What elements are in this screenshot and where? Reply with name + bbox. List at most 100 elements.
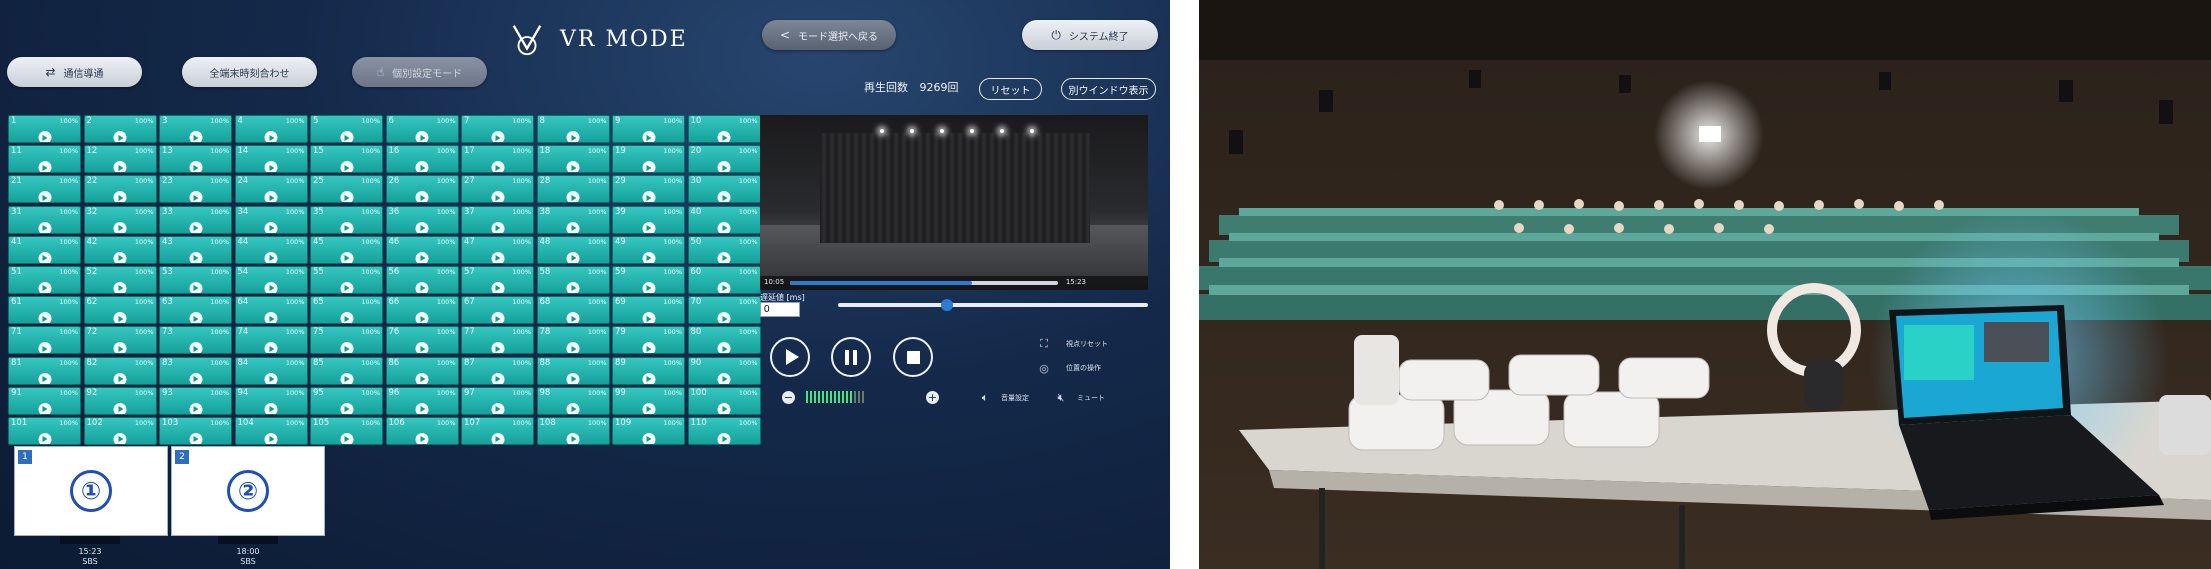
content-slot-2[interactable]: 2 ② [171,446,325,536]
device-tile[interactable]: 109 100% [612,416,685,445]
device-tile[interactable]: 53 100% [159,265,232,294]
device-tile[interactable]: 88 100% [536,356,610,385]
play-icon[interactable] [113,432,127,444]
play-icon[interactable] [642,251,655,263]
play-icon[interactable] [38,402,51,414]
device-tile[interactable]: 91 100% [8,386,81,415]
device-tile[interactable]: 49 100% [612,235,685,264]
play-icon[interactable] [566,372,580,384]
device-tile[interactable]: 70 100% [687,296,761,325]
device-tile[interactable]: 9 100% [612,115,685,143]
mute-control[interactable]: 🔇︎ ミュート [1053,391,1105,404]
device-tile[interactable]: 24 100% [234,175,308,204]
play-icon[interactable] [415,281,429,293]
play-icon[interactable] [38,432,51,444]
device-tile[interactable]: 46 100% [385,235,459,264]
play-icon[interactable] [642,221,655,233]
device-tile[interactable]: 104 100% [234,416,308,445]
play-icon[interactable] [717,161,731,173]
play-icon[interactable] [340,191,353,203]
play-icon[interactable] [113,161,127,173]
play-icon[interactable] [415,251,429,263]
device-tile[interactable]: 90 100% [687,356,761,385]
play-icon[interactable] [340,131,353,142]
play-icon[interactable] [38,161,51,173]
play-icon[interactable] [491,221,504,233]
play-icon[interactable] [491,161,504,173]
play-icon[interactable] [189,432,202,444]
device-tile[interactable]: 27 100% [461,175,534,204]
device-tile[interactable]: 32 100% [83,205,157,234]
device-tile[interactable]: 1 100% [8,115,81,143]
device-tile[interactable]: 10 100% [687,115,761,143]
play-icon[interactable] [566,342,580,354]
device-tile[interactable]: 86 100% [385,356,459,385]
play-icon[interactable] [264,131,278,142]
seek-bar[interactable] [790,281,1058,285]
play-icon[interactable] [113,372,127,384]
play-icon[interactable] [717,312,731,324]
device-tile[interactable]: 103 100% [159,416,232,445]
device-tile[interactable]: 5 100% [310,115,383,143]
device-tile[interactable]: 58 100% [536,265,610,294]
video-preview[interactable]: 10:05 15:23 [760,115,1148,290]
delay-slider[interactable] [838,299,1148,311]
device-tile[interactable]: 59 100% [612,265,685,294]
play-icon[interactable] [642,191,655,203]
device-tile[interactable]: 56 100% [385,265,459,294]
play-icon[interactable] [717,251,731,263]
device-tile[interactable]: 31 100% [8,205,81,234]
delay-slider-knob[interactable] [940,299,953,311]
play-icon[interactable] [264,161,278,173]
device-tile[interactable]: 37 100% [461,205,534,234]
device-tile[interactable]: 96 100% [385,386,459,415]
play-icon[interactable] [38,251,51,263]
play-icon[interactable] [642,372,655,384]
play-icon[interactable] [642,402,655,414]
device-tile[interactable]: 40 100% [687,205,761,234]
play-icon[interactable] [566,131,580,142]
device-tile[interactable]: 64 100% [234,296,308,325]
play-icon[interactable] [38,191,51,203]
device-tile[interactable]: 66 100% [385,296,459,325]
play-icon[interactable] [717,281,731,293]
device-tile[interactable]: 8 100% [536,115,610,143]
time-sync-button[interactable]: 全端末時刻合わせ [182,57,317,87]
device-tile[interactable]: 106 100% [385,416,459,445]
device-tile[interactable]: 61 100% [8,296,81,325]
play-icon[interactable] [38,372,51,384]
device-tile[interactable]: 75 100% [310,326,383,355]
volume-setting-control[interactable]: 🔈︎ 音量設定 [977,391,1029,404]
device-tile[interactable]: 23 100% [159,175,232,204]
play-icon[interactable] [264,221,278,233]
reset-button[interactable]: リセット [979,78,1042,100]
play-icon[interactable] [189,191,202,203]
content-slot-1[interactable]: 1 ① [14,446,168,536]
play-icon[interactable] [264,342,278,354]
device-tile[interactable]: 89 100% [612,356,685,385]
system-exit-button[interactable]: ⏻ システム終了 [1022,20,1158,50]
device-tile[interactable]: 110 100% [687,416,761,445]
device-tile[interactable]: 100 100% [687,386,761,415]
device-tile[interactable]: 44 100% [234,235,308,264]
play-icon[interactable] [340,251,353,263]
device-tile[interactable]: 48 100% [536,235,610,264]
device-tile[interactable]: 43 100% [159,235,232,264]
device-tile[interactable]: 76 100% [385,326,459,355]
play-icon[interactable] [566,221,580,233]
device-tile[interactable]: 4 100% [234,115,308,143]
play-icon[interactable] [566,402,580,414]
play-icon[interactable] [113,131,127,142]
device-tile[interactable]: 55 100% [310,265,383,294]
play-icon[interactable] [189,281,202,293]
device-tile[interactable]: 92 100% [83,386,157,415]
volume-down-button[interactable]: − [782,391,795,404]
device-tile[interactable]: 79 100% [612,326,685,355]
device-tile[interactable]: 17 100% [461,145,534,174]
device-tile[interactable]: 29 100% [612,175,685,204]
separate-window-button[interactable]: 別ウインドウ表示 [1061,78,1156,100]
play-icon[interactable] [189,402,202,414]
play-icon[interactable] [415,402,429,414]
play-icon[interactable] [113,191,127,203]
play-icon[interactable] [340,281,353,293]
